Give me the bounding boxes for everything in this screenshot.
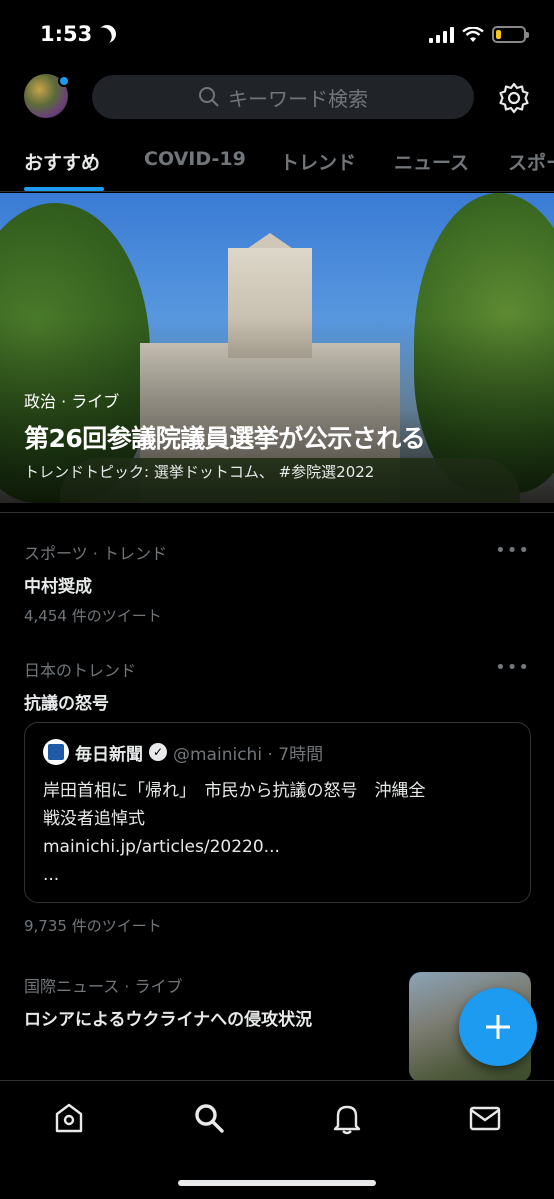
account-avatar <box>43 739 69 765</box>
tab-news[interactable]: ニュース <box>394 148 469 175</box>
trend-name: 抗議の怒号 <box>24 694 109 714</box>
mail-icon[interactable] <box>468 1101 502 1135</box>
trend-item[interactable]: 日本のトレンド 抗議の怒号 ••• <box>24 657 530 714</box>
more-options-icon[interactable]: ••• <box>495 540 530 561</box>
status-bar: 1:53 <box>0 0 554 70</box>
trend-name: 中村奨成 <box>24 577 92 597</box>
news-category: 国際ニュース · ライブ <box>24 977 183 996</box>
hero-overlay <box>0 193 554 503</box>
wifi-icon <box>462 26 484 42</box>
trend-item[interactable]: スポーツ · トレンド 中村奨成 4,454 件のツイート ••• <box>24 540 530 626</box>
tab-covid[interactable]: COVID-19 <box>144 148 246 170</box>
trend-count-row: 9,735 件のツイート <box>24 915 530 936</box>
status-time: 1:53 <box>40 22 116 46</box>
news-title: ロシアによるウクライナへの侵攻状況 <box>24 1010 313 1030</box>
search-placeholder: キーワード検索 <box>228 86 368 111</box>
home-icon[interactable] <box>52 1101 86 1135</box>
notification-dot <box>58 75 70 87</box>
gear-icon[interactable] <box>498 82 530 114</box>
account-handle: @mainichi · 7時間 <box>173 744 324 765</box>
tab-recommended[interactable]: おすすめ <box>24 148 100 175</box>
tweet-link[interactable]: mainichi.jp/articles/20220... <box>43 833 512 861</box>
news-item[interactable]: 国際ニュース · ライブ ロシアによるウクライナへの侵攻状況 <box>24 973 394 1030</box>
tab-trends[interactable]: トレンド <box>280 148 356 175</box>
tweet-text-line: 戦没者追悼式 <box>43 809 145 829</box>
moon-icon <box>95 22 120 47</box>
clock: 1:53 <box>40 22 93 46</box>
tweet-card[interactable]: 毎日新聞 ✓ @mainichi · 7時間 岸田首相に「帰れ」 市民から抗議の… <box>24 722 531 903</box>
more-options-icon[interactable]: ••• <box>495 657 530 678</box>
status-indicators <box>429 26 529 43</box>
tweet-header: 毎日新聞 ✓ @mainichi · 7時間 <box>43 739 512 765</box>
search-input[interactable]: キーワード検索 <box>92 75 474 119</box>
hero-subtitle: トレンドトピック: 選挙ドットコム、 #参院選2022 <box>24 463 375 481</box>
tab-sports[interactable]: スポー <box>508 148 554 175</box>
tab-bar: おすすめ COVID-19 トレンド ニュース スポー <box>0 132 554 192</box>
hero-title: 第26回参議院議員選挙が公示される <box>24 424 426 453</box>
compose-button[interactable] <box>459 988 537 1066</box>
trend-category: スポーツ · トレンド <box>24 544 167 563</box>
divider <box>0 512 554 513</box>
plus-icon <box>486 1015 510 1039</box>
active-tab-indicator <box>24 187 104 191</box>
trend-count: 9,735 件のツイート <box>24 917 162 935</box>
header: キーワード検索 <box>0 72 554 122</box>
bell-icon[interactable] <box>330 1101 364 1135</box>
battery-icon <box>492 26 529 43</box>
trend-category: 日本のトレンド <box>24 661 137 680</box>
hero-category: 政治 · ライブ <box>24 392 120 411</box>
search-icon[interactable] <box>192 1101 226 1135</box>
home-indicator <box>178 1180 376 1186</box>
battery-level <box>496 30 502 39</box>
search-icon <box>199 87 219 107</box>
tweet-ellipsis: ... <box>43 865 60 885</box>
trend-count: 4,454 件のツイート <box>24 607 162 625</box>
tweet-text: 岸田首相に「帰れ」 市民から抗議の怒号 沖縄全 戦没者追悼式 mainichi.… <box>43 777 512 889</box>
account-name: 毎日新聞 <box>75 744 143 765</box>
hero-card[interactable]: 政治 · ライブ 第26回参議院議員選挙が公示される トレンドトピック: 選挙ド… <box>0 193 554 503</box>
signal-icon <box>429 26 454 43</box>
tweet-text-line: 岸田首相に「帰れ」 市民から抗議の怒号 沖縄全 <box>43 781 426 801</box>
verified-icon: ✓ <box>149 743 167 761</box>
